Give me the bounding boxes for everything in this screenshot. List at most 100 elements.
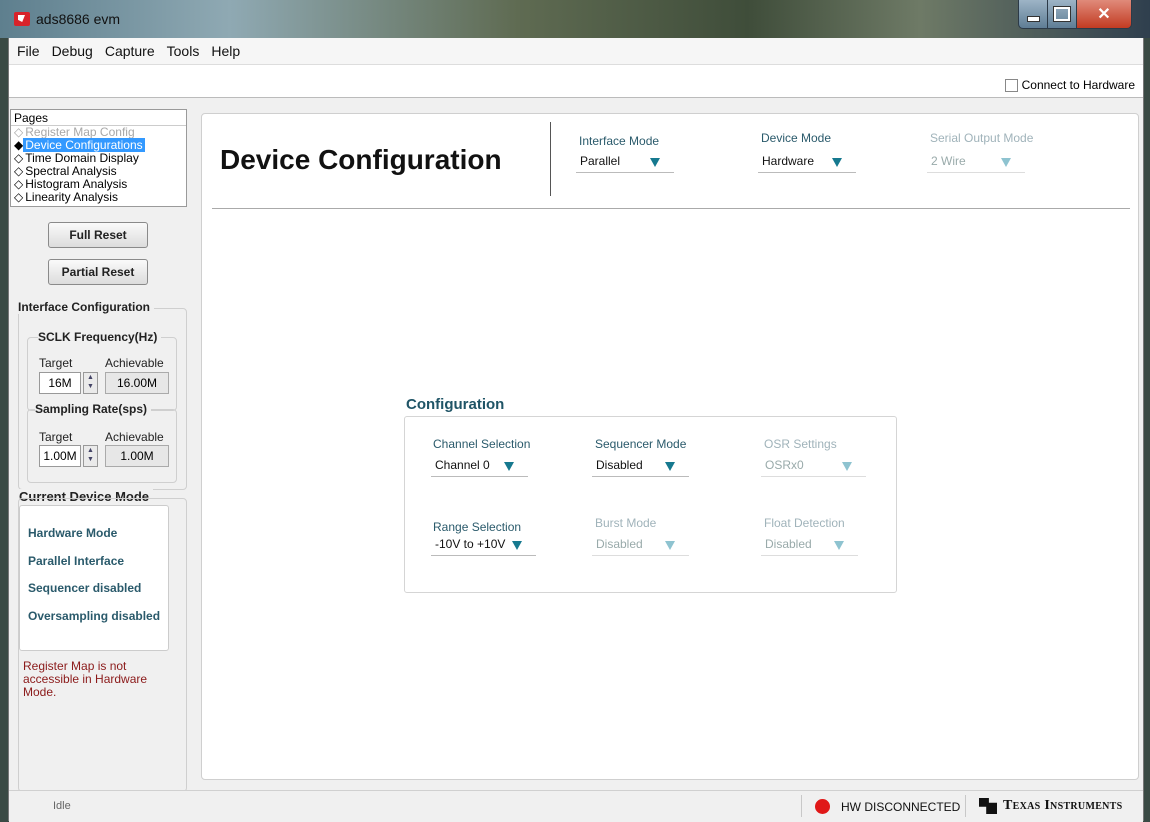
diamond-icon: ◇	[14, 177, 24, 191]
channel-selection-label: Channel Selection	[433, 437, 531, 451]
sampling-achievable-value: 1.00M	[105, 445, 169, 467]
device-mode-value: Hardware	[762, 154, 815, 168]
serial-output-mode-value: 2 Wire	[931, 154, 966, 168]
app-logo-icon	[14, 12, 30, 26]
range-selection-value: -10V to +10V	[435, 537, 506, 551]
menu-capture[interactable]: Capture	[99, 43, 161, 59]
page-linearity-analysis[interactable]: ◇ Linearity Analysis	[11, 191, 186, 204]
status-divider	[801, 795, 802, 817]
mode-oversampling: Oversampling disabled	[28, 609, 161, 623]
burst-mode-label: Burst Mode	[595, 516, 657, 530]
osr-settings-dropdown[interactable]: OSRx0	[761, 454, 866, 477]
osr-settings-value: OSRx0	[765, 458, 804, 472]
minimize-button[interactable]	[1018, 0, 1048, 29]
configuration-box: Channel Selection Channel 0 Sequencer Mo…	[404, 416, 897, 593]
status-divider	[965, 795, 966, 817]
chevron-down-icon	[512, 541, 522, 550]
sclk-target-input[interactable]: 16M	[39, 372, 81, 394]
burst-mode-value: Disabled	[596, 537, 643, 551]
sequencer-mode-dropdown[interactable]: Disabled	[592, 454, 689, 477]
interface-mode-value: Parallel	[580, 154, 621, 168]
current-mode-box: Hardware Mode Parallel Interface Sequenc…	[19, 505, 169, 651]
mode-interface: Parallel Interface	[28, 554, 125, 568]
chevron-down-icon	[1001, 158, 1011, 167]
menu-help[interactable]: Help	[205, 43, 246, 59]
hw-status-text: HW DISCONNECTED	[841, 800, 961, 814]
sampling-achievable-label: Achievable	[105, 430, 164, 444]
menu-debug[interactable]: Debug	[46, 43, 99, 59]
app-window: File Debug Capture Tools Help Connect to…	[8, 38, 1144, 822]
connect-to-hardware[interactable]: Connect to Hardware	[1004, 78, 1135, 92]
minimize-icon	[1026, 16, 1040, 22]
chevron-down-icon	[650, 158, 660, 167]
float-detection-dropdown[interactable]: Disabled	[761, 533, 858, 556]
pages-title: Pages	[11, 110, 186, 126]
sclk-spinner[interactable]: ▲ ▼	[83, 372, 98, 394]
chevron-down-icon	[834, 541, 844, 550]
top-toolbar: Connect to Hardware	[9, 64, 1143, 98]
register-map-warning: Register Map is not accessible in Hardwa…	[23, 659, 148, 699]
diamond-icon: ◇	[14, 125, 24, 139]
chevron-down-icon	[504, 462, 514, 471]
sclk-title: SCLK Frequency(Hz)	[38, 330, 162, 344]
range-selection-dropdown[interactable]: -10V to +10V	[431, 533, 536, 556]
title-divider	[550, 122, 551, 196]
chevron-down-icon	[832, 158, 842, 167]
diamond-icon: ◇	[14, 151, 24, 165]
pages-list: Pages ◇ Register Map Config ◆ Device Confi…	[10, 109, 187, 207]
chevron-down-icon	[842, 462, 852, 471]
float-detection-label: Float Detection	[764, 516, 845, 530]
osr-settings-label: OSR Settings	[764, 437, 837, 451]
range-selection-label: Range Selection	[433, 520, 522, 534]
chevron-down-icon	[665, 541, 675, 550]
connect-checkbox[interactable]	[1004, 78, 1018, 92]
sclk-target-label: Target	[39, 356, 73, 370]
interface-mode-dropdown[interactable]: Parallel	[576, 150, 674, 173]
status-idle: Idle	[53, 800, 71, 812]
status-bar: Idle HW DISCONNECTED Texas Instruments	[9, 790, 1143, 822]
menu-bar: File Debug Capture Tools Help	[9, 38, 1143, 64]
close-icon: ✕	[1097, 6, 1111, 23]
diamond-icon: ◇	[14, 190, 24, 204]
chevron-down-icon	[665, 462, 675, 471]
channel-selection-value: Channel 0	[435, 458, 490, 472]
sampling-target-label: Target	[39, 430, 73, 444]
sequencer-mode-value: Disabled	[596, 458, 643, 472]
main-panel: Device Configuration Interface Mode Para…	[201, 113, 1139, 780]
mode-hardware: Hardware Mode	[28, 526, 118, 540]
sequencer-mode-label: Sequencer Mode	[595, 437, 687, 451]
ti-brand-text: Texas Instruments	[1003, 798, 1123, 813]
sampling-spinner[interactable]: ▲ ▼	[83, 445, 98, 467]
device-mode-label: Device Mode	[761, 131, 832, 145]
channel-selection-dropdown[interactable]: Channel 0	[431, 454, 528, 477]
header-divider	[212, 208, 1130, 209]
sclk-achievable-value: 16.00M	[105, 372, 169, 394]
menu-file[interactable]: File	[9, 43, 46, 59]
ti-logo: Texas Instruments	[979, 798, 1123, 814]
device-mode-dropdown[interactable]: Hardware	[758, 150, 856, 173]
title-bar: ads8686 evm ✕	[0, 0, 1150, 38]
window-title: ads8686 evm	[36, 11, 121, 27]
maximize-button[interactable]	[1047, 0, 1077, 29]
full-reset-button[interactable]: Full Reset	[48, 222, 148, 248]
configuration-title: Configuration	[406, 396, 505, 413]
sclk-achievable-label: Achievable	[105, 356, 164, 370]
float-detection-value: Disabled	[765, 537, 812, 551]
burst-mode-dropdown[interactable]: Disabled	[592, 533, 689, 556]
partial-reset-button[interactable]: Partial Reset	[48, 259, 148, 285]
page-title: Device Configuration	[220, 144, 502, 175]
hw-status-indicator-icon	[815, 799, 830, 814]
connect-label: Connect to Hardware	[1021, 78, 1135, 92]
diamond-filled-icon: ◆	[14, 138, 24, 152]
maximize-icon	[1054, 7, 1070, 21]
ti-logo-icon	[979, 798, 997, 814]
serial-output-mode-dropdown[interactable]: 2 Wire	[927, 150, 1025, 173]
menu-tools[interactable]: Tools	[161, 43, 206, 59]
close-button[interactable]: ✕	[1076, 0, 1132, 29]
interface-config-title: Interface Configuration	[18, 300, 155, 314]
mode-sequencer: Sequencer disabled	[28, 581, 142, 595]
interface-mode-label: Interface Mode	[579, 134, 660, 148]
diamond-icon: ◇	[14, 164, 24, 178]
serial-output-mode-label: Serial Output Mode	[930, 131, 1034, 145]
sampling-target-input[interactable]: 1.00M	[39, 445, 81, 467]
